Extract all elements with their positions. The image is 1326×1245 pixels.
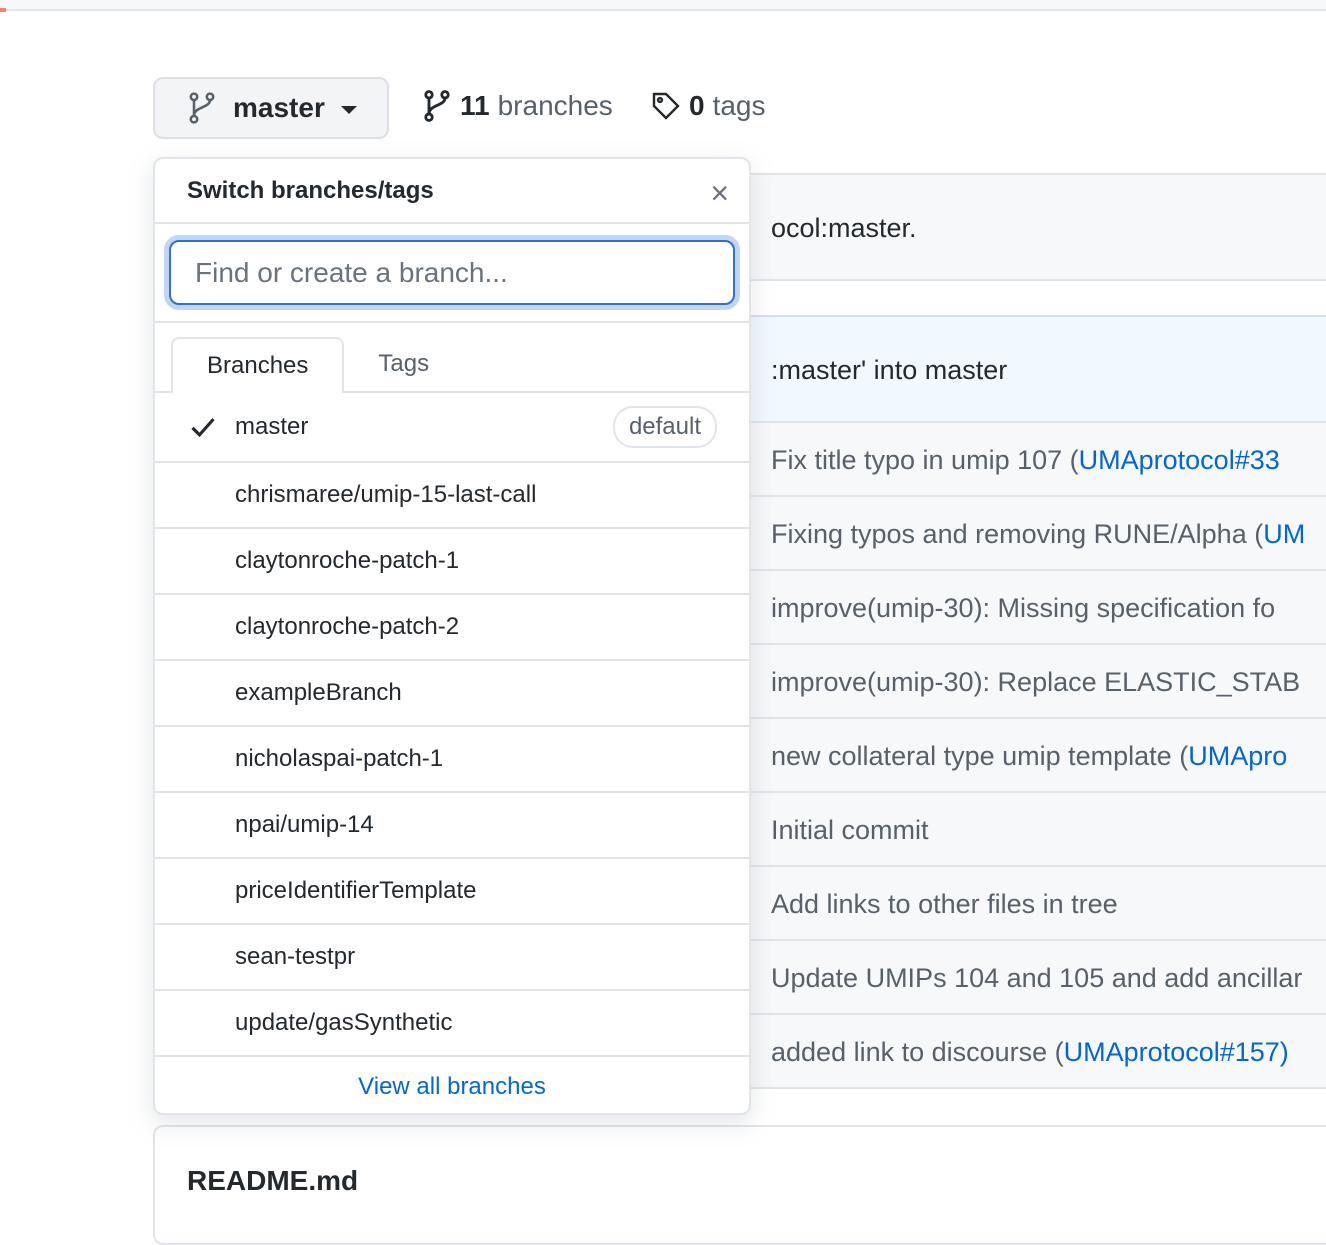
branch-item[interactable]: claytonroche-patch-1	[155, 529, 749, 595]
caret-down-icon	[340, 106, 357, 114]
top-bar	[0, 0, 1326, 12]
commit-message[interactable]: Initial commit	[771, 815, 929, 846]
commit-message[interactable]: Update UMIPs 104 and 105 and add ancilla…	[771, 963, 1302, 994]
branch-name: exampleBranch	[235, 679, 402, 706]
branch-item[interactable]: chrismaree/umip-15-last-call	[155, 463, 749, 529]
commit-message[interactable]: improve(umip-30): Missing specification …	[771, 593, 1275, 624]
branch-name: nicholaspai-patch-1	[235, 745, 444, 772]
branch-item[interactable]: update/gasSynthetic	[155, 991, 749, 1057]
branch-name: sean-testpr	[235, 943, 356, 970]
commit-message[interactable]: added link to discourse (UMAprotocol#157…	[771, 1037, 1289, 1068]
tags-label: tags	[712, 90, 766, 121]
branch-name: master	[235, 413, 309, 440]
tab-tags[interactable]: Tags	[344, 337, 463, 391]
branch-item[interactable]: master default	[155, 393, 749, 463]
default-badge: default	[612, 406, 717, 448]
commit-message[interactable]: Add links to other files in tree	[771, 889, 1118, 920]
commit-message[interactable]: Fixing typos and removing RUNE/Alpha (UM	[771, 519, 1305, 550]
commit-pr-link[interactable]: UMApro	[1188, 741, 1287, 771]
branch-item[interactable]: npai/umip-14	[155, 793, 749, 859]
view-all-branches-link[interactable]: View all branches	[155, 1073, 749, 1101]
last-commit-message: :master' into master	[771, 355, 1008, 385]
fork-notice-text: ocol:master.	[771, 213, 917, 243]
commit-message[interactable]: new collateral type umip template (UMApr…	[771, 741, 1287, 772]
tags-link[interactable]: 0 tags	[651, 90, 766, 122]
commit-message[interactable]: improve(umip-30): Replace ELASTIC_STAB	[771, 667, 1300, 698]
branch-item[interactable]: exampleBranch	[155, 661, 749, 727]
branch-name: npai/umip-14	[235, 811, 374, 838]
readme-header: README.md	[153, 1125, 1326, 1245]
branch-dropdown: Switch branches/tags × Branches Tags mast…	[153, 157, 751, 1115]
current-branch: master	[233, 92, 325, 123]
commit-pr-link[interactable]: UMAprotocol#157)	[1064, 1037, 1289, 1067]
dropdown-title: Switch branches/tags	[187, 176, 434, 204]
branch-item[interactable]: sean-testpr	[155, 925, 749, 991]
git-branch-icon	[189, 92, 215, 124]
branches-label: branches	[497, 90, 613, 121]
git-branch-icon	[424, 90, 450, 122]
branch-name: claytonroche-patch-2	[235, 613, 460, 640]
close-icon[interactable]: ×	[710, 175, 729, 212]
branches-link[interactable]: 11 branches	[424, 90, 613, 122]
progress-accent	[0, 8, 6, 12]
tag-icon	[652, 92, 680, 120]
branches-count: 11	[460, 90, 490, 121]
commit-message[interactable]: Fix title typo in umip 107 (UMAprotocol#…	[771, 445, 1280, 476]
branch-filter-input[interactable]	[169, 240, 735, 305]
tags-count: 0	[689, 90, 705, 121]
branch-name: claytonroche-patch-1	[235, 547, 460, 574]
commit-pr-link[interactable]: UMAprotocol#33	[1079, 445, 1280, 475]
check-icon	[191, 418, 215, 438]
branch-item[interactable]: nicholaspai-patch-1	[155, 727, 749, 793]
branch-name: priceIdentifierTemplate	[235, 877, 477, 904]
branch-name: update/gasSynthetic	[235, 1009, 453, 1036]
branch-item[interactable]: claytonroche-patch-2	[155, 595, 749, 661]
branch-select-button[interactable]: master	[153, 77, 389, 139]
branch-name: chrismaree/umip-15-last-call	[235, 481, 537, 508]
commit-pr-link[interactable]: UM	[1263, 519, 1305, 549]
tab-branches[interactable]: Branches	[171, 337, 345, 393]
branch-item[interactable]: priceIdentifierTemplate	[155, 859, 749, 925]
